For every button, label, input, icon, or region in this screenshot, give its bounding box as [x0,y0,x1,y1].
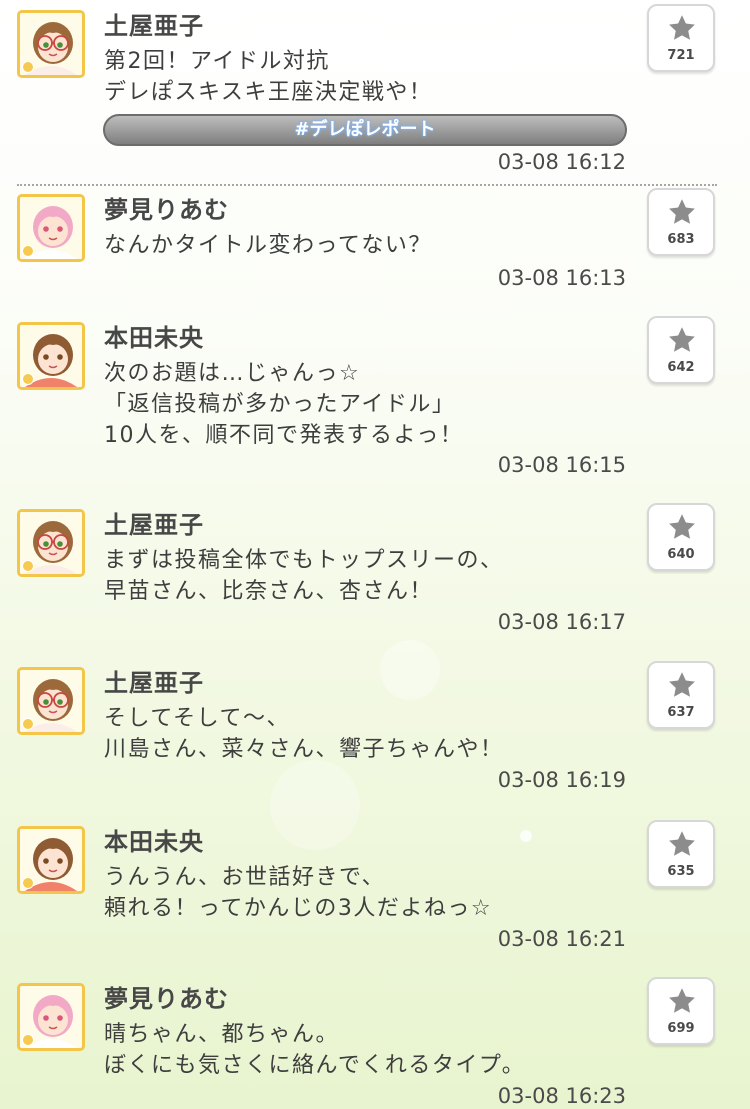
like-button[interactable]: 640 [647,503,715,571]
post-text: 第2回！アイドル対抗 デレぽスキスキ王座決定戦や！ [104,49,433,105]
idol-badge-icon [22,373,34,385]
idol-badge-icon [22,877,34,889]
post-author: 土屋亜子 [104,511,204,539]
post-author: 土屋亜子 [104,669,204,697]
avatar[interactable] [17,826,85,894]
like-button[interactable]: 642 [647,316,715,384]
avatar[interactable] [17,667,85,735]
avatar[interactable] [17,194,85,262]
post-timestamp: 03-08 16:21 [497,927,626,951]
post-text: なんかタイトル変わってない？ [104,233,432,258]
idol-badge-icon [22,61,34,73]
idol-badge-icon [22,245,34,257]
avatar[interactable] [17,509,85,577]
post-timestamp: 03-08 16:17 [497,610,626,634]
like-button[interactable]: 699 [647,977,715,1045]
post-author: 土屋亜子 [104,12,204,40]
avatar[interactable] [17,10,85,78]
post-author: 本田未央 [104,324,204,352]
post-timestamp: 03-08 16:23 [497,1084,626,1108]
post-text: 次のお題は…じゃんっ☆ 「返信投稿が多かったアイドル」 10人を、順不同で発表す… [104,361,464,448]
post-text: うんうん、お世話好きで、 頼れる！ってかんじの3人だよねっ☆ [104,865,493,921]
post-timestamp: 03-08 16:15 [497,453,626,477]
post-timestamp: 03-08 16:19 [497,768,626,792]
like-count: 635 [667,864,695,879]
like-count: 642 [667,360,695,375]
like-button[interactable]: 635 [647,820,715,888]
like-count: 640 [667,547,695,562]
like-button[interactable]: 721 [647,4,715,72]
idol-badge-icon [22,1034,34,1046]
post-text: そしてそして〜、 川島さん、菜々さん、響子ちゃんや！ [104,706,504,762]
idol-badge-icon [22,560,34,572]
like-count: 721 [667,48,695,63]
post-author: 夢見りあむ [104,985,229,1013]
post-author: 本田未央 [104,828,204,856]
like-count: 699 [667,1021,695,1036]
post-text: 晴ちゃん、都ちゃん。 ぼくにも気さくに絡んでくれるタイプ。 [104,1022,526,1078]
like-count: 637 [667,705,695,720]
like-count: 683 [667,232,695,247]
post-text: まずは投稿全体でもトップスリーの、 早苗さん、比奈さん、杏さん！ [104,548,504,604]
post-timestamp: 03-08 16:13 [497,266,626,290]
post-author: 夢見りあむ [104,196,229,224]
post-timestamp: 03-08 16:12 [497,150,626,174]
post-divider [17,184,717,186]
avatar[interactable] [17,322,85,390]
avatar[interactable] [17,983,85,1051]
hashtag-button[interactable]: #デレぽレポート [103,114,627,146]
like-button[interactable]: 637 [647,661,715,729]
idol-badge-icon [22,718,34,730]
like-button[interactable]: 683 [647,188,715,256]
